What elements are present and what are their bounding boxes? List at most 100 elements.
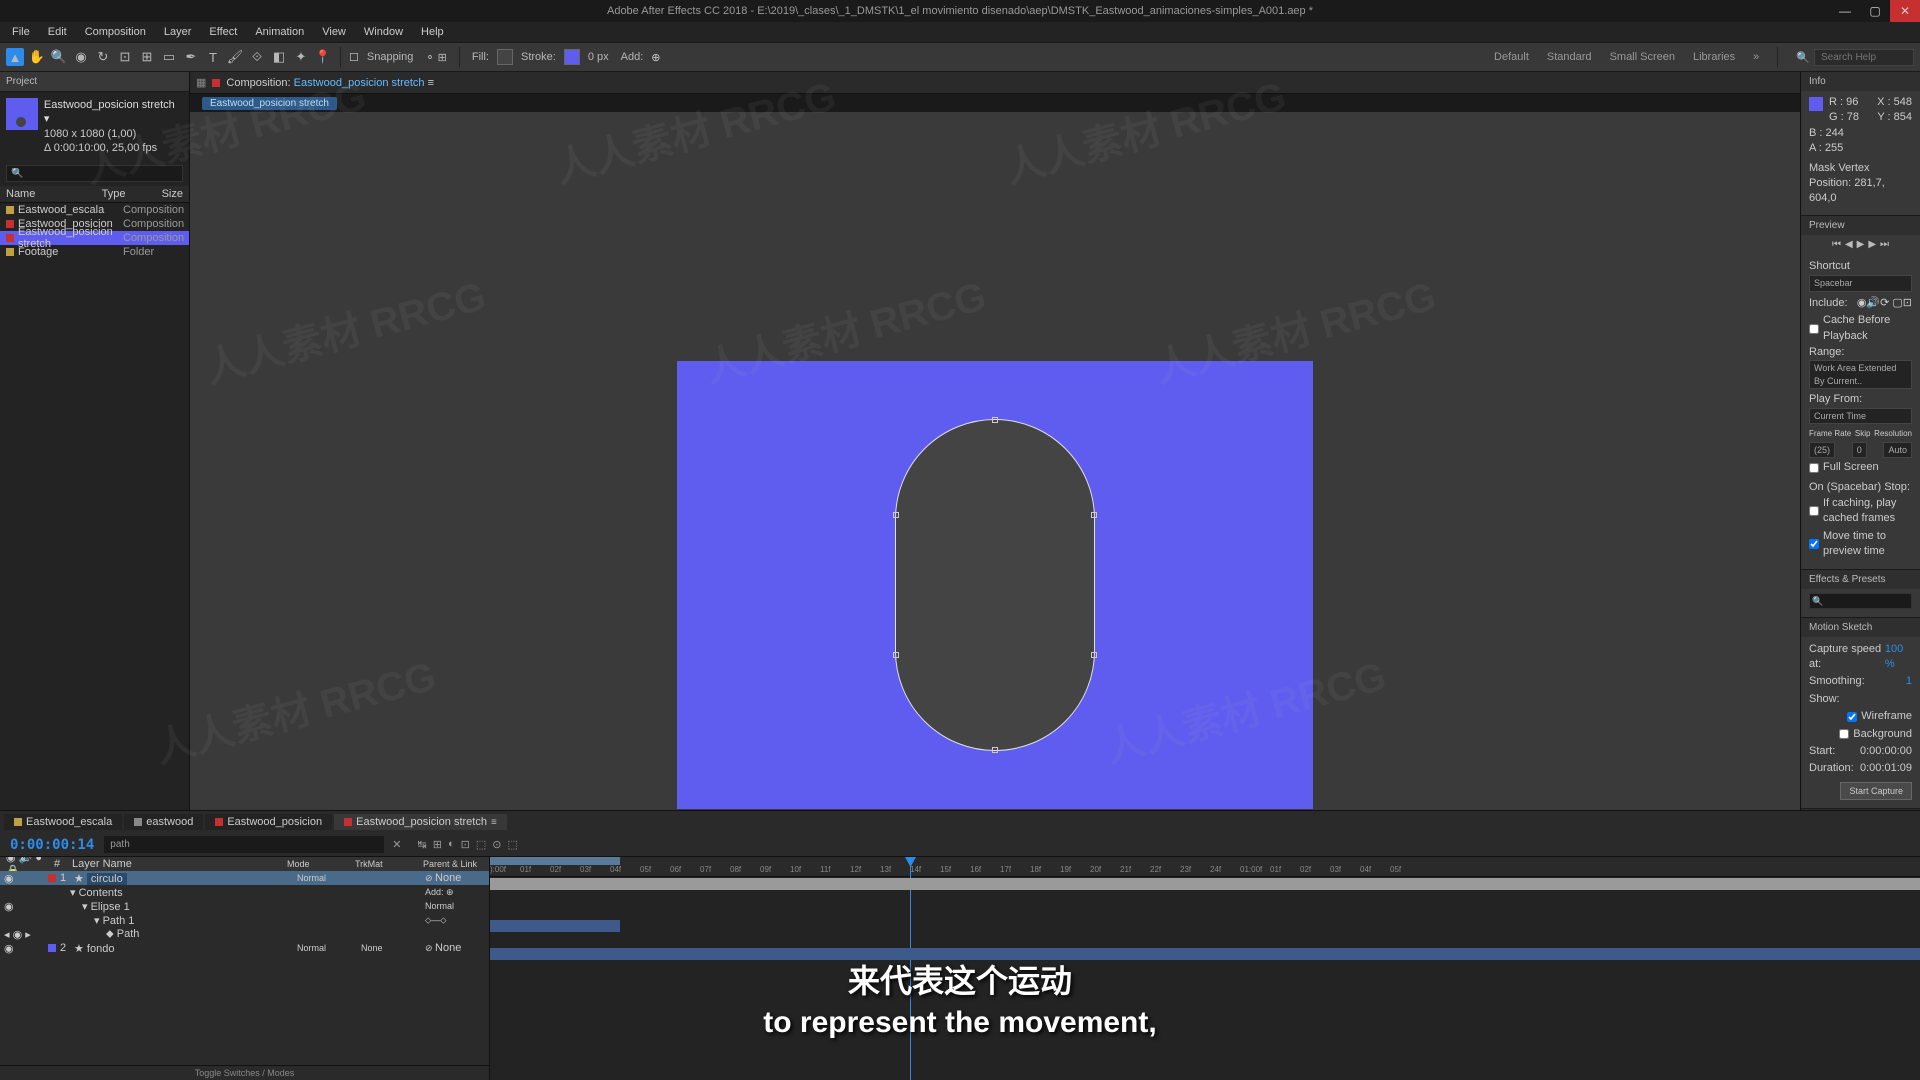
vertex-handle[interactable] [893,652,899,658]
col-parent[interactable]: Parent & Link [423,859,483,869]
add-menu-icon[interactable]: ⊕ [651,51,660,64]
workspace-small[interactable]: Small Screen [1610,51,1675,63]
orbit-tool[interactable]: ◉ [72,48,90,66]
layer-row[interactable]: ◂ ◉ ▸ ⬥ Path [0,927,489,941]
play-icon[interactable]: ▶ [1857,239,1865,250]
tl-icon[interactable]: ⊞ [433,838,442,851]
col-trkmat[interactable]: TrkMat [355,859,415,869]
minimize-button[interactable]: — [1830,0,1860,22]
brush-tool[interactable]: 🖌 [226,48,244,66]
layer-row[interactable]: ◉ 1 ★ circulo Normal ⊘ None [0,871,489,885]
project-search-input[interactable] [6,165,183,182]
clone-tool[interactable]: ⟐ [248,48,266,66]
comp-name[interactable]: Eastwood_posicion stretch ▾ [44,98,183,127]
keyframe-bar[interactable] [490,920,620,932]
wireframe-checkbox[interactable] [1847,712,1857,722]
search-clear-icon[interactable]: ✕ [384,838,409,851]
time-ruler[interactable]: ):00f01f02f03f04f05f06f07f08f09f10f11f12… [490,857,1920,877]
prev-frame-icon[interactable]: ◀ [1845,239,1853,250]
vertex-handle[interactable] [1091,512,1097,518]
start-capture-button[interactable]: Start Capture [1840,782,1912,801]
vertex-handle[interactable] [992,417,998,423]
zoom-tool[interactable]: 🔍 [50,48,68,66]
effects-header[interactable]: Effects & Presets [1801,570,1920,589]
camera-tool[interactable]: ⊡ [116,48,134,66]
fill-swatch[interactable] [497,49,513,65]
vertex-handle[interactable] [893,512,899,518]
tl-icon[interactable]: ◐ [448,838,455,851]
cache-checkbox[interactable] [1809,324,1819,334]
tl-icon[interactable]: ⬚ [476,838,486,851]
timeline-tab[interactable]: Eastwood_escala [4,814,122,830]
layer-icon[interactable]: ▦ [196,76,206,89]
motion-header[interactable]: Motion Sketch [1801,618,1920,637]
stroke-swatch[interactable] [564,49,580,65]
layer-row[interactable]: ▾ Contents Add: ⊕ [0,885,489,899]
menu-animation[interactable]: Animation [247,24,312,40]
shape-ellipse[interactable] [895,419,1095,751]
workspace-default[interactable]: Default [1494,51,1529,63]
col-num[interactable]: # [54,858,64,870]
effects-search-input[interactable] [1809,593,1912,609]
eraser-tool[interactable]: ◧ [270,48,288,66]
menu-file[interactable]: File [4,24,38,40]
menu-effect[interactable]: Effect [201,24,245,40]
vertex-handle[interactable] [992,747,998,753]
tl-icon[interactable]: ⊡ [461,838,470,851]
fullscreen-checkbox[interactable] [1809,463,1819,473]
menu-edit[interactable]: Edit [40,24,75,40]
project-item[interactable]: Eastwood_posicion stretchComposition [0,231,189,245]
roto-tool[interactable]: ✦ [292,48,310,66]
project-item[interactable]: Eastwood_escalaComposition [0,203,189,217]
hand-tool[interactable]: ✋ [28,48,46,66]
selection-tool[interactable]: ▲ [6,48,24,66]
ifcache-checkbox[interactable] [1809,506,1819,516]
menu-window[interactable]: Window [356,24,411,40]
timeline-search-input[interactable] [104,836,384,853]
timeline-tab[interactable]: eastwood [124,814,203,830]
tl-icon[interactable]: ⊙ [492,838,501,851]
menu-help[interactable]: Help [413,24,452,40]
current-timecode[interactable]: 0:00:00:14 [0,837,104,853]
pen-tool[interactable]: ✒ [182,48,200,66]
movetime-checkbox[interactable] [1809,539,1819,549]
background-checkbox[interactable] [1839,729,1849,739]
snap-opt-icon[interactable]: ⚬ ⊞ [421,51,451,64]
first-frame-icon[interactable]: ⏮ [1832,239,1841,250]
preview-header[interactable]: Preview [1801,216,1920,235]
last-frame-icon[interactable]: ⏭ [1880,239,1889,250]
next-frame-icon[interactable]: ▶ [1868,239,1876,250]
comp-thumbnail[interactable] [6,98,38,130]
panbehind-tool[interactable]: ⊞ [138,48,156,66]
toggle-switches-button[interactable]: Toggle Switches / Modes [0,1065,489,1080]
menu-layer[interactable]: Layer [156,24,200,40]
smooth-value[interactable]: 1 [1906,674,1912,689]
col-size[interactable]: Size [162,188,183,200]
timeline-tab[interactable]: Eastwood_posicion [205,814,332,830]
res-select[interactable]: Auto [1883,442,1912,459]
menu-composition[interactable]: Composition [77,24,154,40]
project-item[interactable]: FootageFolder [0,245,189,259]
rect-tool[interactable]: ▭ [160,48,178,66]
range-select[interactable]: Work Area Extended By Current.. [1809,360,1912,389]
shortcut-select[interactable]: Spacebar [1809,275,1912,292]
workspace-libraries[interactable]: Libraries [1693,51,1735,63]
tl-icon[interactable]: ⬚ [507,838,517,851]
col-type[interactable]: Type [102,188,162,200]
rotate-tool[interactable]: ↻ [94,48,112,66]
layer-row[interactable]: ◉ ▾ Elipse 1 Normal [0,899,489,913]
layer-row[interactable]: ◉ 2 ★ fondo Normal None ⊘ None [0,941,489,955]
col-layer[interactable]: Layer Name [72,858,279,870]
project-panel-header[interactable]: Project [0,72,189,92]
puppet-tool[interactable]: 📍 [314,48,332,66]
maximize-button[interactable]: ▢ [1860,0,1890,22]
playfrom-select[interactable]: Current Time [1809,408,1912,425]
vertex-handle[interactable] [1091,652,1097,658]
work-area-bar[interactable] [490,857,620,865]
layer-row[interactable]: ▾ Path 1 ⬦—⬦ [0,913,489,927]
layer-bar[interactable] [490,878,1920,890]
col-name[interactable]: Name [6,188,102,200]
timeline-tab[interactable]: Eastwood_posicion stretch ≡ [334,814,507,830]
close-button[interactable]: ✕ [1890,0,1920,22]
canvas[interactable] [677,361,1313,809]
